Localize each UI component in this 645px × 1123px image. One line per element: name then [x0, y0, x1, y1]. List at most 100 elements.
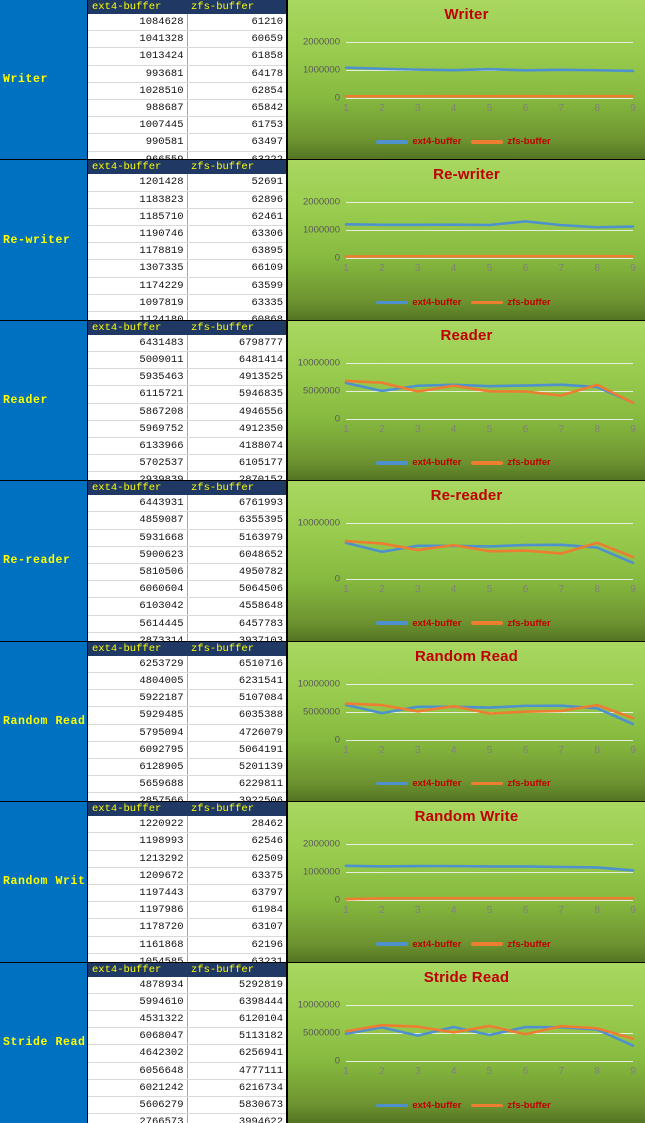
y-axis-tick-label: 5000000 [303, 1027, 340, 1039]
chart-legend: ext4-buffer zfs-buffer [288, 939, 645, 950]
table-row: 5867208 4946556 [88, 403, 286, 421]
plot-area: 0 5000000 10000000 1 2 3 4 5 6 7 8 9 [298, 999, 633, 1077]
y-axis-tick-label: 0 [334, 894, 340, 906]
table-cell: 1041328 [88, 30, 188, 49]
table-cell: 62196 [187, 936, 286, 954]
legend-swatch-zfs [471, 781, 504, 786]
x-axis-tick-label: 7 [558, 904, 565, 917]
table-row: 5935463 4913525 [88, 368, 286, 387]
table-cell: 6231541 [187, 672, 286, 691]
table-row: 4804005 6231541 [88, 672, 286, 691]
table-row: 6443931 6761993 [88, 495, 286, 513]
y-axis-tick-label: 0 [334, 734, 340, 746]
table-row: 1197986 61984 [88, 901, 286, 920]
chart-panel: Re-writer 0 1000000 2000000 1 2 3 4 5 6 7 8 9 ext4-bu… [288, 160, 645, 320]
table-cell: 4878934 [88, 976, 188, 994]
table-row: 988687 65842 [88, 99, 286, 118]
table-cell: 61984 [187, 901, 286, 920]
table-cell: 1013424 [88, 47, 188, 66]
legend-label-zfs: zfs-buffer [507, 778, 551, 790]
table-row: 5810506 4950782 [88, 563, 286, 582]
series-line [346, 222, 633, 228]
table-cell: 3994622 [187, 1113, 286, 1123]
table-cell: 1054585 [88, 953, 188, 962]
x-axis-tick-label: 3 [414, 904, 421, 917]
legend-label-zfs: zfs-buffer [507, 617, 551, 629]
table-row: 4531322 6120104 [88, 1010, 286, 1029]
data-table-container: ext4-buffer zfs-buffer 6443931 6761993 48590… [88, 481, 288, 641]
table-cell: 2870152 [187, 471, 286, 481]
y-axis-tick-label: 2000000 [303, 196, 340, 208]
benchmark-report: Writer ext4-buffer zfs-buffer 1084628 61210 1… [0, 0, 645, 1123]
table-cell: 6253729 [88, 655, 188, 673]
table-row: 1097819 63335 [88, 294, 286, 313]
table-cell: 1197986 [88, 901, 188, 920]
table-row: 6133966 4188074 [88, 437, 286, 456]
table-cell: 5163979 [187, 529, 286, 547]
series-canvas [346, 363, 633, 419]
table-row: 1190746 63306 [88, 225, 286, 244]
chart-legend: ext4-buffer zfs-buffer [288, 297, 645, 308]
table-cell: 4912350 [187, 420, 286, 439]
x-axis-tick-label: 8 [594, 422, 601, 435]
y-axis-tick-label: 0 [334, 413, 340, 425]
legend-swatch-zfs [471, 1103, 504, 1108]
chart-panel: Writer 0 1000000 2000000 1 2 3 4 5 6 7 8 9 ext4-buffe… [288, 0, 645, 160]
table-cell: 1161868 [88, 936, 188, 954]
table-row: 4878934 5292819 [88, 976, 286, 994]
table-row: 28575663922506 [88, 792, 286, 802]
table-cell: 6048652 [187, 546, 286, 565]
legend-swatch-zfs [471, 621, 504, 625]
table-cell: 6355395 [187, 511, 286, 530]
table-row: 1213292 62509 [88, 850, 286, 868]
table-cell: 4777111 [187, 1062, 286, 1080]
table-cell: 5107084 [187, 689, 286, 708]
table-cell: 63599 [187, 277, 286, 295]
table-row: 5795094 4726079 [88, 724, 286, 742]
legend-swatch-ext4 [376, 300, 409, 305]
legend-swatch-ext4 [376, 621, 409, 625]
legend-label-zfs: zfs-buffer [507, 457, 551, 469]
chart-panel: Stride Read 0 5000000 10000000 1 2 3 4 5 6 7 8 9 ext4… [288, 962, 645, 1123]
table-cell: 4946556 [187, 403, 286, 421]
table-row: 28733143937103 [88, 632, 286, 641]
chart-title: Reader [440, 326, 493, 344]
table-cell: 3922506 [187, 792, 286, 802]
table-row: 5702537 6105177 [88, 454, 286, 473]
benchmark-section: Random Read ext4-buffer zfs-buffer 6253729 6… [0, 641, 645, 803]
table-cell: 6431483 [88, 334, 188, 353]
table-cell: 4558648 [187, 597, 286, 616]
table-cell: 1197443 [88, 884, 188, 903]
chart-legend: ext4-buffer zfs-buffer [288, 618, 645, 629]
table-row: 96655963222 [88, 151, 286, 160]
table-cell: 6798777 [187, 334, 286, 353]
chart-title: Stride Read [423, 968, 510, 986]
x-axis-tick-label: 3 [414, 102, 421, 114]
series-canvas [346, 523, 633, 579]
x-axis-tick-label: 7 [558, 583, 565, 596]
x-axis-tick-label: 1 [343, 743, 349, 756]
chart-legend: ext4-buffer zfs-buffer [288, 136, 645, 147]
series-line [346, 1025, 633, 1038]
x-axis-tick-label: 8 [594, 1064, 601, 1077]
table-row: 1084628 61210 [88, 14, 286, 32]
table-cell: 61753 [187, 116, 286, 135]
table-cell: 6128905 [88, 758, 188, 777]
table-cell: 5935463 [88, 368, 188, 387]
chart-title: Random Read [414, 647, 519, 665]
table-cell: 62896 [187, 191, 286, 209]
x-axis-tick-label: 3 [414, 583, 421, 596]
table-header-row: ext4-buffer zfs-buffer [88, 320, 286, 335]
table-row: 6431483 6798777 [88, 334, 286, 353]
table-cell: 4804005 [88, 672, 188, 691]
table-row: 993681 64178 [88, 65, 286, 83]
table-row: 6253729 6510716 [88, 655, 286, 673]
column-header-ext4: ext4-buffer [88, 0, 187, 14]
x-axis-tick-label: 7 [558, 422, 565, 435]
table-cell: 1084628 [88, 14, 188, 32]
table-cell: 6060604 [88, 580, 188, 599]
table-cell: 52691 [187, 174, 286, 192]
table-row: 4859087 6355395 [88, 511, 286, 530]
table-row: 29398392870152 [88, 471, 286, 481]
table-cell: 6510716 [187, 655, 286, 673]
